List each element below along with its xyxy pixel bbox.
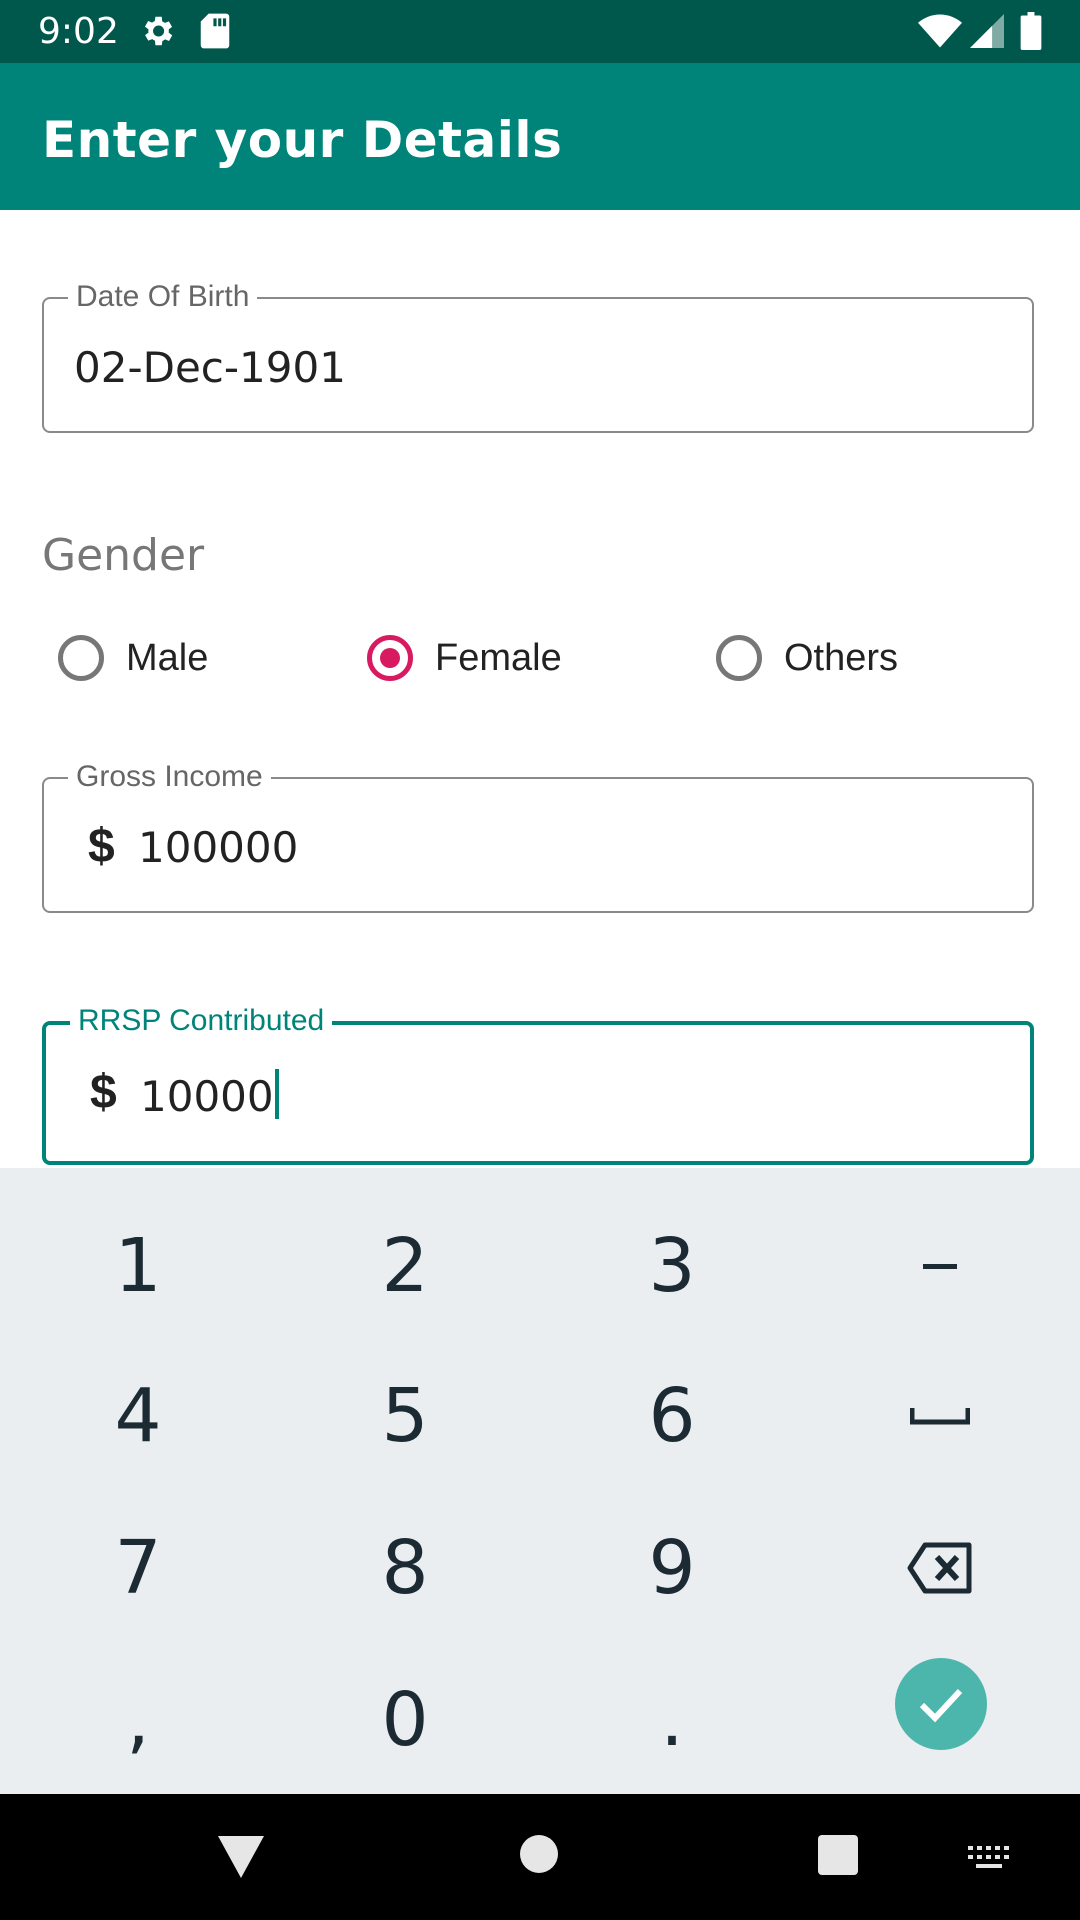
gross-income-value: 100000 bbox=[138, 823, 299, 872]
status-time: 9:02 bbox=[38, 11, 119, 52]
radio-others-circle[interactable] bbox=[716, 635, 762, 681]
text-cursor bbox=[274, 1069, 279, 1119]
gender-label: Gender bbox=[42, 530, 205, 581]
battery-icon bbox=[1020, 12, 1042, 55]
key-3[interactable]: 3 bbox=[572, 1196, 772, 1336]
radio-female[interactable]: Female bbox=[367, 628, 562, 688]
wifi-icon bbox=[918, 14, 962, 53]
key-7[interactable]: 7 bbox=[38, 1498, 238, 1638]
key-dash[interactable] bbox=[840, 1196, 1040, 1336]
recents-icon[interactable] bbox=[818, 1835, 858, 1880]
rrsp-value: 10000 bbox=[140, 1072, 274, 1121]
gross-income-field[interactable]: Gross Income $ 100000 bbox=[42, 759, 1034, 913]
gross-income-label: Gross Income bbox=[68, 759, 271, 795]
rrsp-field[interactable]: RRSP Contributed $ 10000 bbox=[42, 1003, 1034, 1165]
key-1[interactable]: 1 bbox=[38, 1196, 238, 1336]
radio-female-label: Female bbox=[435, 636, 562, 679]
key-5[interactable]: 5 bbox=[305, 1346, 505, 1486]
key-period[interactable]: . bbox=[572, 1650, 772, 1790]
dob-field[interactable]: Date Of Birth 02-Dec-1901 bbox=[42, 279, 1034, 433]
status-bar: 9:02 bbox=[0, 0, 1080, 63]
dob-value: 02-Dec-1901 bbox=[74, 343, 346, 392]
check-icon bbox=[919, 1688, 963, 1723]
rrsp-label: RRSP Contributed bbox=[70, 1003, 333, 1039]
app-bar: Enter your Details bbox=[0, 63, 1080, 210]
key-4[interactable]: 4 bbox=[38, 1346, 238, 1486]
key-9[interactable]: 9 bbox=[572, 1498, 772, 1638]
radio-female-circle[interactable] bbox=[367, 635, 413, 681]
enter-button[interactable] bbox=[895, 1658, 987, 1750]
radio-others-label: Others bbox=[784, 636, 899, 679]
backspace-icon bbox=[907, 1542, 972, 1594]
key-backspace[interactable] bbox=[840, 1498, 1040, 1638]
page-title: Enter your Details bbox=[42, 111, 563, 169]
radio-others[interactable]: Others bbox=[716, 628, 898, 688]
radio-male-label: Male bbox=[126, 636, 209, 679]
signal-icon bbox=[970, 14, 1004, 53]
back-icon[interactable] bbox=[218, 1834, 264, 1883]
keyboard-switch-icon[interactable] bbox=[968, 1846, 1010, 1875]
home-icon[interactable] bbox=[520, 1835, 558, 1878]
key-2[interactable]: 2 bbox=[305, 1196, 505, 1336]
key-space[interactable] bbox=[840, 1346, 1040, 1486]
dob-label: Date Of Birth bbox=[68, 279, 258, 315]
radio-male-circle[interactable] bbox=[58, 635, 104, 681]
dash-icon bbox=[923, 1263, 957, 1269]
key-0[interactable]: 0 bbox=[305, 1650, 505, 1790]
key-comma[interactable]: , bbox=[38, 1650, 238, 1790]
radio-male[interactable]: Male bbox=[58, 628, 208, 688]
dollar-prefix: $ bbox=[90, 1066, 117, 1119]
nav-bar bbox=[0, 1794, 1080, 1920]
space-icon bbox=[910, 1408, 970, 1425]
key-6[interactable]: 6 bbox=[572, 1346, 772, 1486]
sd-card-icon bbox=[198, 12, 232, 55]
rrsp-value-wrap: 10000 bbox=[140, 1069, 279, 1122]
gear-icon bbox=[138, 12, 176, 55]
key-8[interactable]: 8 bbox=[305, 1498, 505, 1638]
dollar-prefix: $ bbox=[88, 820, 115, 873]
